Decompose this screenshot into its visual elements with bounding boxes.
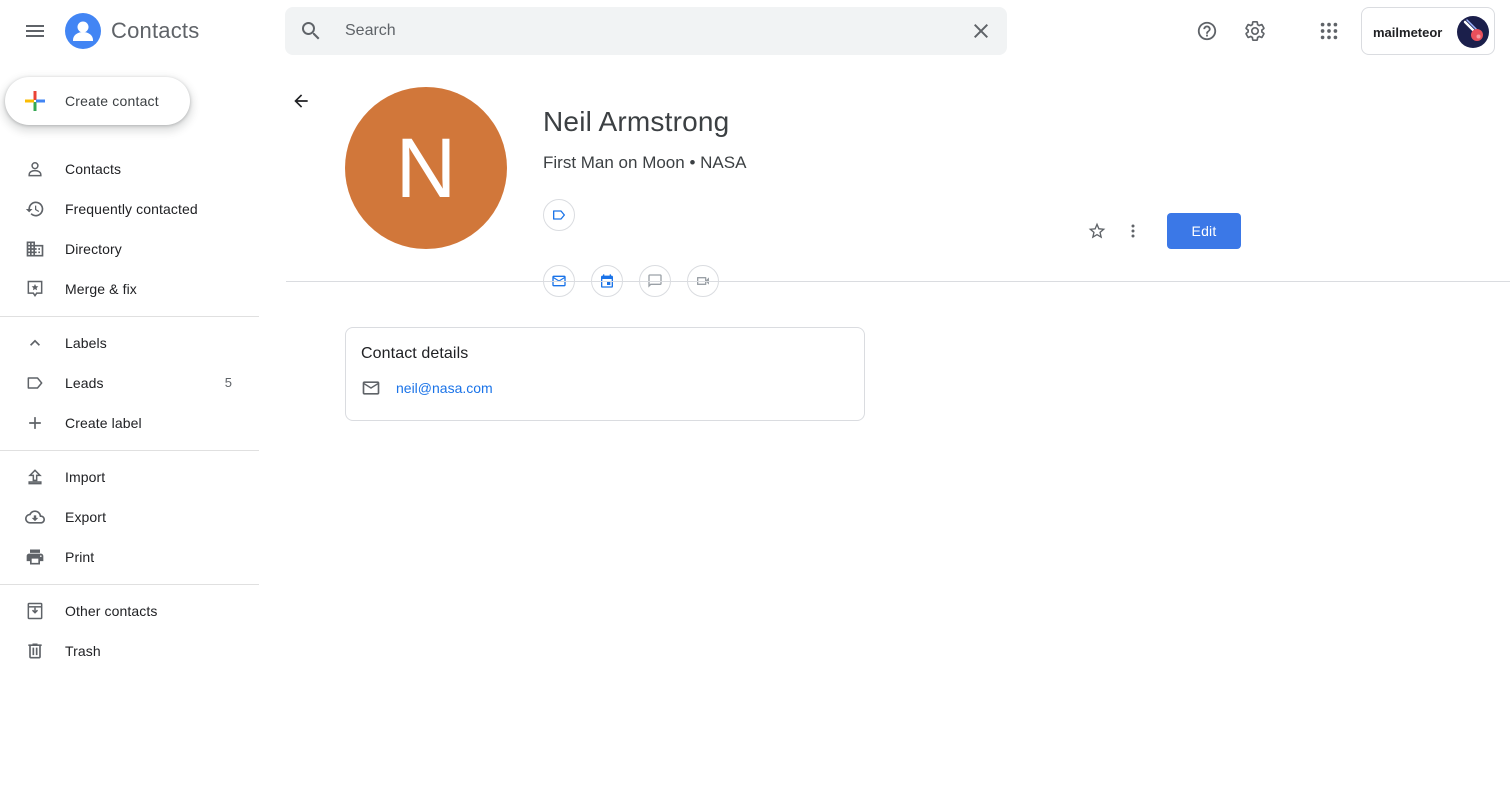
sidebar-item-label: Print (65, 549, 95, 565)
arrow-back-icon (294, 94, 308, 108)
sidebar-item-trash[interactable]: Trash (0, 631, 259, 671)
app-title: Contacts (111, 18, 200, 43)
settings-button[interactable] (1235, 11, 1275, 51)
colorful-plus-icon (25, 91, 45, 111)
sidebar-divider (0, 450, 259, 451)
edit-button[interactable]: Edit (1167, 213, 1241, 249)
header-divider (286, 281, 1510, 282)
create-label-button[interactable]: Create label (0, 403, 259, 443)
search-input[interactable] (345, 7, 945, 55)
search-icon[interactable] (299, 19, 323, 43)
create-contact-label: Create contact (65, 93, 159, 109)
sidebar-divider (0, 584, 259, 585)
email-link[interactable]: neil@nasa.com (396, 380, 493, 396)
apps-button[interactable] (1309, 11, 1349, 51)
card-title: Contact details (361, 345, 469, 362)
plus-icon (23, 411, 47, 435)
sidebar-item-frequently-contacted[interactable]: Frequently contacted (0, 189, 259, 229)
main-menu-button[interactable] (15, 11, 55, 51)
star-button[interactable] (1081, 215, 1113, 247)
mail-icon (362, 381, 380, 395)
help-icon (1197, 21, 1217, 41)
person-icon (23, 157, 47, 181)
sidebar-item-contacts[interactable]: Contacts (0, 149, 259, 189)
cloud-download-icon (23, 505, 47, 529)
star-outline-icon (1088, 222, 1106, 239)
sidebar-item-print[interactable]: Print (0, 537, 259, 577)
upload-icon (23, 465, 47, 489)
sidebar-item-label: Export (65, 509, 107, 525)
contact-details-card: Contact details neil@nasa.com (345, 327, 865, 421)
merge-fix-icon (23, 277, 47, 301)
printer-icon (23, 545, 47, 569)
sidebar-item-import[interactable]: Import (0, 457, 259, 497)
building-icon (23, 237, 47, 261)
sidebar-item-merge-fix[interactable]: Merge & fix (0, 269, 259, 309)
account-switcher[interactable]: mailmeteor (1361, 7, 1495, 55)
contacts-logo-icon (65, 13, 101, 49)
gear-icon (1245, 21, 1265, 41)
labels-header: Labels (65, 335, 107, 351)
meteor-avatar-icon (1457, 16, 1489, 48)
sidebar-item-export[interactable]: Export (0, 497, 259, 537)
sidebar-item-label: Other contacts (65, 603, 158, 619)
sidebar-item-leads[interactable]: Leads 5 (0, 363, 259, 403)
sidebar-item-other-contacts[interactable]: Other contacts (0, 591, 259, 631)
back-button[interactable] (281, 81, 321, 121)
hamburger-icon (26, 25, 44, 37)
labels-section-toggle[interactable]: Labels (0, 323, 259, 363)
sidebar-item-label: Trash (65, 643, 101, 659)
create-contact-button[interactable]: Create contact (5, 77, 190, 125)
sidebar-item-label: Merge & fix (65, 281, 137, 297)
create-label-label: Create label (65, 415, 142, 431)
contact-name: Neil Armstrong (543, 106, 730, 137)
sidebar-item-label: Frequently contacted (65, 201, 198, 217)
label-count: 5 (224, 375, 232, 390)
more-options-button[interactable] (1117, 215, 1149, 247)
help-button[interactable] (1187, 11, 1227, 51)
apps-grid-icon (1320, 22, 1338, 40)
chevron-up-icon (23, 331, 47, 355)
clear-search-icon[interactable] (969, 19, 993, 43)
trash-icon (23, 639, 47, 663)
archive-contacts-icon (23, 599, 47, 623)
sidebar-item-label: Contacts (65, 161, 122, 177)
sidebar-item-label: Leads (65, 375, 104, 391)
sidebar-item-directory[interactable]: Directory (0, 229, 259, 269)
contact-avatar: N (345, 87, 507, 249)
account-name: mailmeteor (1373, 25, 1443, 40)
more-vert-icon (1131, 224, 1135, 238)
label-icon (553, 210, 565, 220)
manage-labels-button[interactable] (543, 199, 575, 231)
history-icon (23, 197, 47, 221)
sidebar-item-label: Import (65, 469, 106, 485)
sidebar-divider (0, 316, 259, 317)
contact-subtitle: First Man on Moon • NASA (543, 153, 747, 172)
label-icon (23, 371, 47, 395)
search-bar (285, 7, 1007, 55)
sidebar-item-label: Directory (65, 241, 122, 257)
